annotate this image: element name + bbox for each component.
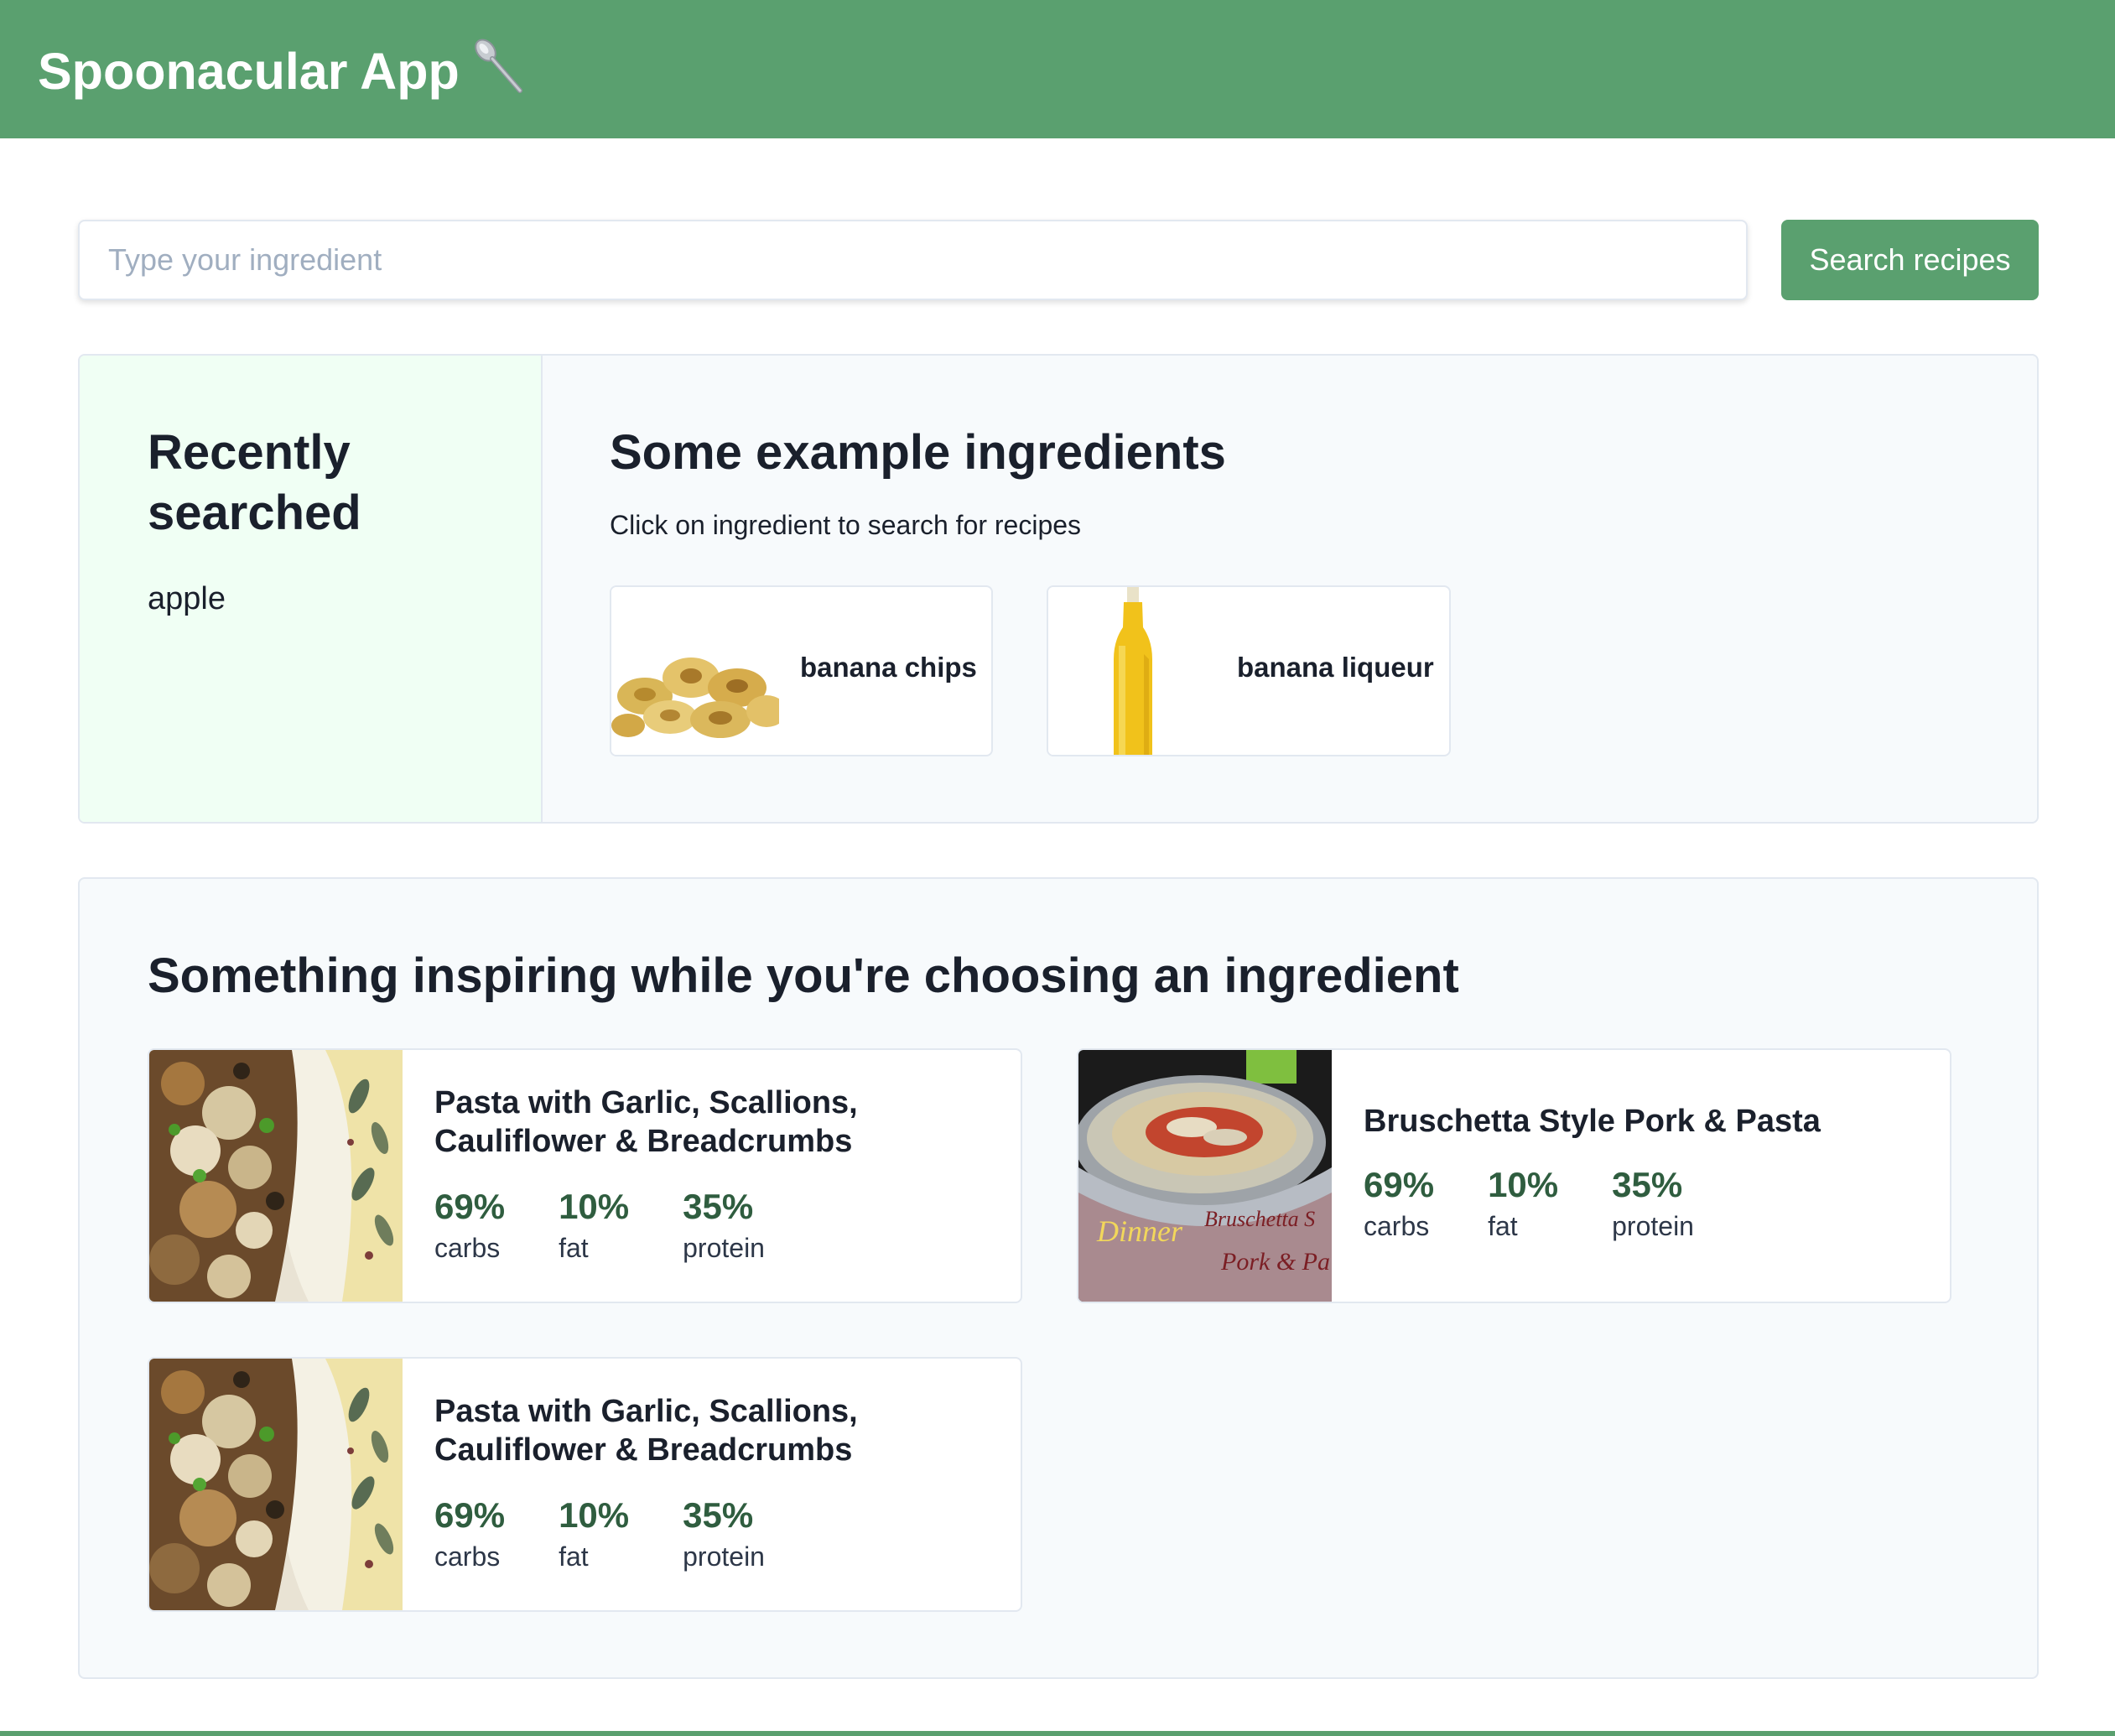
recipe-title: Pasta with Garlic, Scallions, Cauliflowe…	[434, 1085, 858, 1159]
ingredient-card-banana-chips[interactable]: banana chips	[610, 585, 993, 756]
recipe-card[interactable]: Dinner Bruschetta S Pork & Pa Bruschetta…	[1077, 1048, 1951, 1303]
inspiring-recipes-panel: Something inspiring while you're choosin…	[78, 877, 2039, 1679]
recipe-title: Pasta with Garlic, Scallions, Cauliflowe…	[434, 1394, 858, 1468]
fat-stat: 10% fat	[559, 1184, 629, 1266]
stat-label: protein	[683, 1541, 765, 1572]
protein-stat: 35% protein	[683, 1184, 765, 1266]
ingredient-search-input[interactable]	[78, 220, 1748, 300]
fat-stat: 10% fat	[1488, 1162, 1558, 1245]
recently-searched-section: Recently searched apple	[80, 356, 543, 822]
recipe-title: Bruschetta Style Pork & Pasta	[1364, 1104, 1821, 1139]
bruschetta-pork-pasta-image: Dinner Bruschetta S Pork & Pa	[1078, 1050, 1332, 1302]
stat-label: carbs	[434, 1541, 501, 1572]
recipe-nutrition-stats: 69% carbs 10% fat 35% protein	[434, 1493, 818, 1575]
example-ingredients-heading: Some example ingredients	[610, 425, 1226, 480]
stat-value: 69%	[434, 1495, 506, 1535]
inspiring-heading: Something inspiring while you're choosin…	[148, 949, 1459, 1003]
carbs-stat: 69% carbs	[434, 1184, 505, 1266]
stat-value: 69%	[1364, 1165, 1435, 1204]
app-header: Spoonacular App	[0, 0, 2115, 138]
recipe-card[interactable]: Pasta with Garlic, Scallions, Cauliflowe…	[148, 1048, 1022, 1303]
pasta-cauliflower-image	[149, 1359, 403, 1610]
recent-search-item[interactable]: apple	[148, 578, 226, 620]
stat-value: 35%	[1612, 1165, 1683, 1204]
stat-value: 35%	[683, 1187, 754, 1226]
recipe-card[interactable]: Pasta with Garlic, Scallions, Cauliflowe…	[148, 1357, 1022, 1612]
image-overlay-text: Dinner	[1096, 1214, 1183, 1248]
svg-text:Bruschetta S: Bruschetta S	[1204, 1207, 1315, 1231]
stat-value: 10%	[1488, 1165, 1559, 1204]
svg-text:Pork & Pa: Pork & Pa	[1220, 1248, 1330, 1276]
stat-value: 35%	[683, 1495, 754, 1535]
app-title: Spoonacular App	[38, 37, 525, 105]
carbs-stat: 69% carbs	[434, 1493, 505, 1575]
stat-label: protein	[1612, 1211, 1694, 1241]
search-recipes-button[interactable]: Search recipes	[1781, 220, 2039, 300]
stat-label: carbs	[434, 1233, 501, 1263]
recently-searched-heading: Recently searched	[148, 425, 361, 540]
example-ingredients-subtitle: Click on ingredient to search for recipe…	[610, 510, 1082, 540]
stat-label: protein	[683, 1233, 765, 1263]
app-title-text: Spoonacular App	[38, 43, 460, 100]
pasta-cauliflower-image	[149, 1050, 403, 1302]
stat-label: carbs	[1364, 1211, 1430, 1241]
protein-stat: 35% protein	[683, 1493, 765, 1575]
footer-accent-line	[0, 1731, 2115, 1736]
recipe-nutrition-stats: 69% carbs 10% fat 35% protein	[1364, 1162, 1748, 1245]
recipe-nutrition-stats: 69% carbs 10% fat 35% protein	[434, 1184, 818, 1266]
carbs-stat: 69% carbs	[1364, 1162, 1434, 1245]
banana-liqueur-bottle-image	[1048, 587, 1216, 755]
protein-stat: 35% protein	[1612, 1162, 1694, 1245]
fat-stat: 10% fat	[559, 1493, 629, 1575]
stat-label: fat	[1488, 1211, 1518, 1241]
ingredient-name: banana liqueur	[1237, 652, 1434, 683]
ingredients-panel: Recently searched apple Some example ing…	[78, 354, 2039, 824]
ingredient-card-banana-liqueur[interactable]: banana liqueur	[1047, 585, 1451, 756]
stat-value: 69%	[434, 1187, 506, 1226]
stat-label: fat	[559, 1541, 589, 1572]
banana-chips-image	[611, 587, 779, 755]
stat-label: fat	[559, 1233, 589, 1263]
spoon-icon	[474, 39, 522, 93]
ingredient-name: banana chips	[800, 652, 977, 683]
stat-value: 10%	[559, 1495, 630, 1535]
stat-value: 10%	[559, 1187, 630, 1226]
